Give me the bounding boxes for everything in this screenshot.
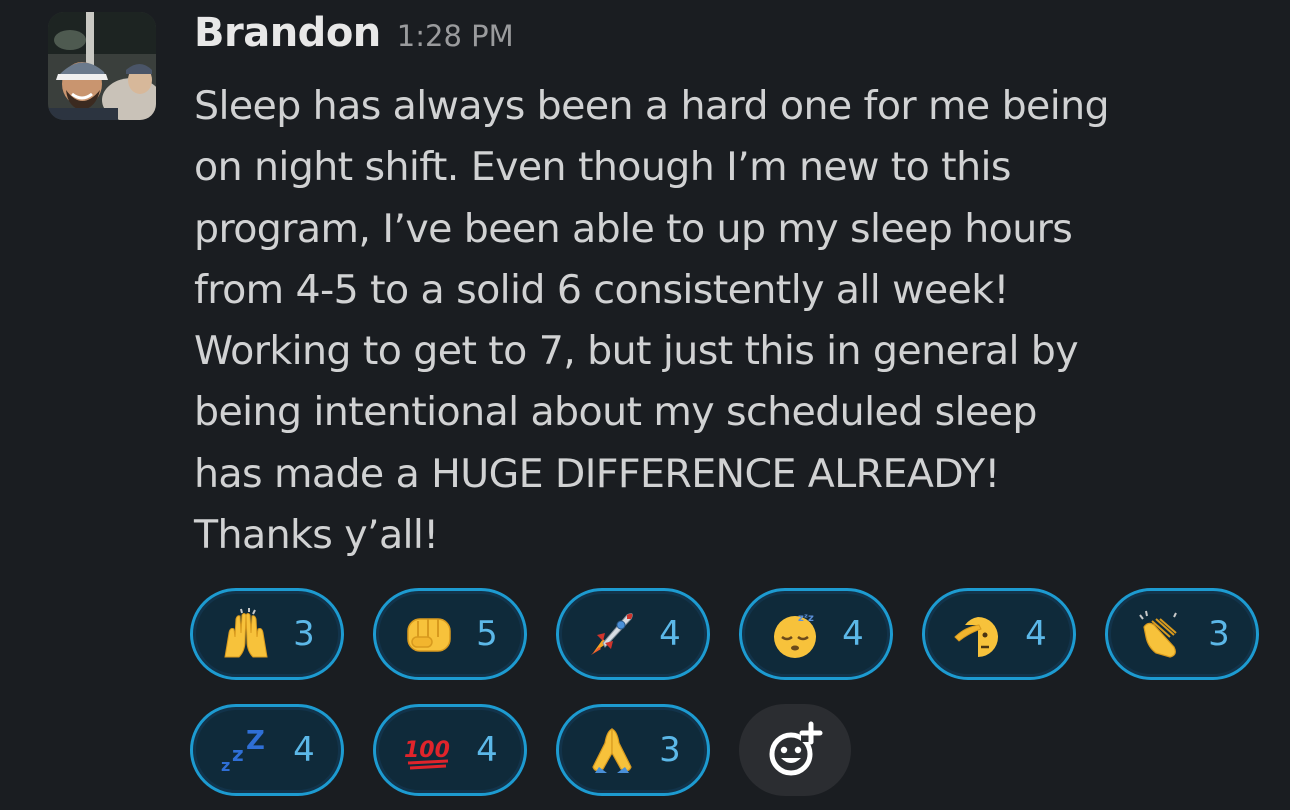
message-header: Brandon 1:28 PM <box>194 10 1264 78</box>
add-reaction-button[interactable] <box>739 704 851 796</box>
raised-hands-icon <box>219 607 273 661</box>
message: Brandon 1:28 PM Sleep has always been a … <box>0 0 1290 810</box>
folded-hands-icon <box>585 723 639 777</box>
reaction-count: 5 <box>476 614 498 654</box>
reaction-count: 4 <box>659 614 681 654</box>
svg-text:z: z <box>221 756 230 775</box>
reaction-folded-hands[interactable]: 3 <box>556 704 710 796</box>
add-reaction-icon <box>769 721 823 776</box>
clapping-hands-icon <box>1134 607 1188 661</box>
reaction-count: 4 <box>293 730 315 770</box>
svg-text:Z: Z <box>246 726 265 756</box>
saluting-face-icon <box>951 607 1005 661</box>
message-body: Sleep has always been a hard one for me … <box>194 83 1110 559</box>
reaction-zzz[interactable]: z z Z 4 <box>190 704 344 796</box>
message-timestamp[interactable]: 1:28 PM <box>397 19 514 53</box>
reaction-count: 3 <box>293 614 315 654</box>
zzz-icon: z z Z <box>219 723 273 777</box>
avatar-photo <box>48 12 156 120</box>
reaction-hundred-points[interactable]: 100 4 <box>373 704 527 796</box>
svg-text:100: 100 <box>404 738 450 763</box>
reaction-count: 4 <box>476 730 498 770</box>
reactions-bar: 3 5 4 zᶻz 4 4 3 z z Z 4 100 4 3 <box>190 588 1260 810</box>
reaction-rocket[interactable]: 4 <box>556 588 710 680</box>
reaction-clapping-hands[interactable]: 3 <box>1105 588 1259 680</box>
avatar[interactable] <box>48 12 156 120</box>
hundred-points-icon: 100 <box>402 723 456 777</box>
reaction-count: 4 <box>842 614 864 654</box>
sleepy-face-icon: zᶻz <box>768 607 822 661</box>
reaction-fist-bump[interactable]: 5 <box>373 588 527 680</box>
rocket-icon <box>585 607 639 661</box>
reactions-row: z z Z 4 100 4 3 <box>190 704 1260 796</box>
message-content: Brandon 1:28 PM Sleep has always been a … <box>194 10 1264 566</box>
reaction-sleepy-face[interactable]: zᶻz 4 <box>739 588 893 680</box>
fist-bump-icon <box>402 607 456 661</box>
reactions-row: 3 5 4 zᶻz 4 4 3 <box>190 588 1260 680</box>
svg-text:zᶻz: zᶻz <box>798 613 814 624</box>
author-name[interactable]: Brandon <box>194 10 381 56</box>
reaction-count: 3 <box>659 730 681 770</box>
reaction-count: 4 <box>1025 614 1047 654</box>
reaction-saluting-face[interactable]: 4 <box>922 588 1076 680</box>
svg-text:z: z <box>232 742 244 766</box>
reaction-count: 3 <box>1208 614 1230 654</box>
reaction-raised-hands[interactable]: 3 <box>190 588 344 680</box>
